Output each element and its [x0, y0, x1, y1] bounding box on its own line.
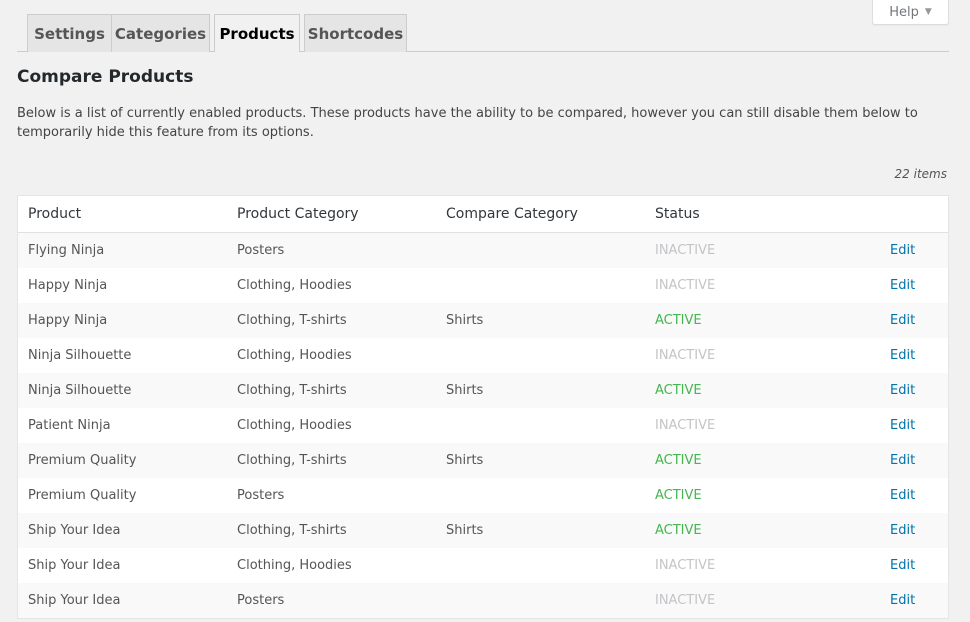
cell-product-category: Posters: [237, 488, 285, 503]
cell-compare-category: Shirts: [446, 523, 484, 538]
cell-product: Premium Quality: [28, 488, 137, 503]
cell-product-category: Posters: [237, 593, 285, 608]
header-status[interactable]: Status: [655, 206, 700, 222]
cell-status: INACTIVE: [655, 418, 716, 433]
table-row: Happy Ninja Clothing, T-shirts Shirts ACTIV…: [18, 303, 948, 338]
table-row: Ninja Silhouette Clothing, Hoodies INACTIV…: [18, 338, 948, 373]
cell-product: Ship Your Idea: [28, 593, 121, 608]
cell-compare-category: Shirts: [446, 313, 484, 328]
cell-product: Happy Ninja: [28, 278, 108, 293]
cell-product: Patient Ninja: [28, 418, 111, 433]
tab-settings[interactable]: Settings: [27, 14, 112, 52]
edit-link[interactable]: Edit: [890, 348, 915, 363]
cell-product: Happy Ninja: [28, 313, 108, 328]
tab-bar: Settings Categories Products Shortcodes: [17, 14, 949, 52]
cell-status: ACTIVE: [655, 523, 702, 538]
table-body: Flying Ninja Posters INACTIVE Edit Happy Nin…: [18, 233, 948, 618]
edit-link[interactable]: Edit: [890, 243, 915, 258]
cell-status: ACTIVE: [655, 313, 702, 328]
cell-status: INACTIVE: [655, 278, 716, 293]
header-product[interactable]: Product: [28, 206, 81, 222]
table-row: Ninja Silhouette Clothing, T-shirts Shirts…: [18, 373, 948, 408]
edit-link[interactable]: Edit: [890, 558, 915, 573]
table-header: Product Product Category Compare Categor…: [18, 196, 948, 233]
header-compare-category[interactable]: Compare Category: [446, 206, 578, 222]
cell-product: Ninja Silhouette: [28, 348, 132, 363]
cell-compare-category: Shirts: [446, 453, 484, 468]
cell-status: INACTIVE: [655, 243, 716, 258]
table-row: Ship Your Idea Posters INACTIVE Edit: [18, 583, 948, 618]
cell-product-category: Clothing, Hoodies: [237, 418, 352, 433]
cell-status: ACTIVE: [655, 488, 702, 503]
cell-product-category: Clothing, T-shirts: [237, 383, 347, 398]
cell-product-category: Clothing, Hoodies: [237, 348, 352, 363]
edit-link[interactable]: Edit: [890, 278, 915, 293]
edit-link[interactable]: Edit: [890, 453, 915, 468]
cell-status: INACTIVE: [655, 558, 716, 573]
table-row: Premium Quality Clothing, T-shirts Shirts A…: [18, 443, 948, 478]
items-count: 22 items: [894, 167, 947, 181]
tab-label: Settings: [34, 24, 105, 43]
table-row: Ship Your Idea Clothing, T-shirts Shirts AC…: [18, 513, 948, 548]
table-row: Flying Ninja Posters INACTIVE Edit: [18, 233, 948, 268]
cell-status: ACTIVE: [655, 383, 702, 398]
cell-product-category: Clothing, Hoodies: [237, 558, 352, 573]
edit-link[interactable]: Edit: [890, 383, 915, 398]
cell-status: INACTIVE: [655, 348, 716, 363]
table-row: Happy Ninja Clothing, Hoodies INACTIVE Edit: [18, 268, 948, 303]
cell-product-category: Clothing, T-shirts: [237, 313, 347, 328]
tab-categories[interactable]: Categories: [111, 14, 210, 52]
edit-link[interactable]: Edit: [890, 418, 915, 433]
cell-status: INACTIVE: [655, 593, 716, 608]
edit-link[interactable]: Edit: [890, 313, 915, 328]
edit-link[interactable]: Edit: [890, 488, 915, 503]
cell-product: Premium Quality: [28, 453, 137, 468]
cell-product: Flying Ninja: [28, 243, 105, 258]
table-row: Ship Your Idea Clothing, Hoodies INACTIVE E…: [18, 548, 948, 583]
cell-product-category: Posters: [237, 243, 285, 258]
cell-product-category: Clothing, T-shirts: [237, 453, 347, 468]
cell-product-category: Clothing, T-shirts: [237, 523, 347, 538]
cell-status: ACTIVE: [655, 453, 702, 468]
table-row: Premium Quality Posters ACTIVE Edit: [18, 478, 948, 513]
cell-compare-category: Shirts: [446, 383, 484, 398]
edit-link[interactable]: Edit: [890, 523, 915, 538]
table-row: Patient Ninja Clothing, Hoodies INACTIVE Ed…: [18, 408, 948, 443]
cell-product: Ninja Silhouette: [28, 383, 132, 398]
page-description: Below is a list of currently enabled pro…: [17, 106, 918, 140]
tab-products[interactable]: Products: [214, 14, 300, 52]
cell-product: Ship Your Idea: [28, 558, 121, 573]
edit-link[interactable]: Edit: [890, 593, 915, 608]
cell-product-category: Clothing, Hoodies: [237, 278, 352, 293]
products-table: Product Product Category Compare Categor…: [17, 195, 949, 619]
cell-product: Ship Your Idea: [28, 523, 121, 538]
page-title: Compare Products: [17, 67, 194, 87]
header-product-category[interactable]: Product Category: [237, 206, 359, 222]
tab-label: Categories: [114, 24, 207, 43]
tab-label: Products: [219, 24, 295, 43]
tab-shortcodes[interactable]: Shortcodes: [304, 14, 407, 52]
tab-label: Shortcodes: [307, 24, 404, 43]
